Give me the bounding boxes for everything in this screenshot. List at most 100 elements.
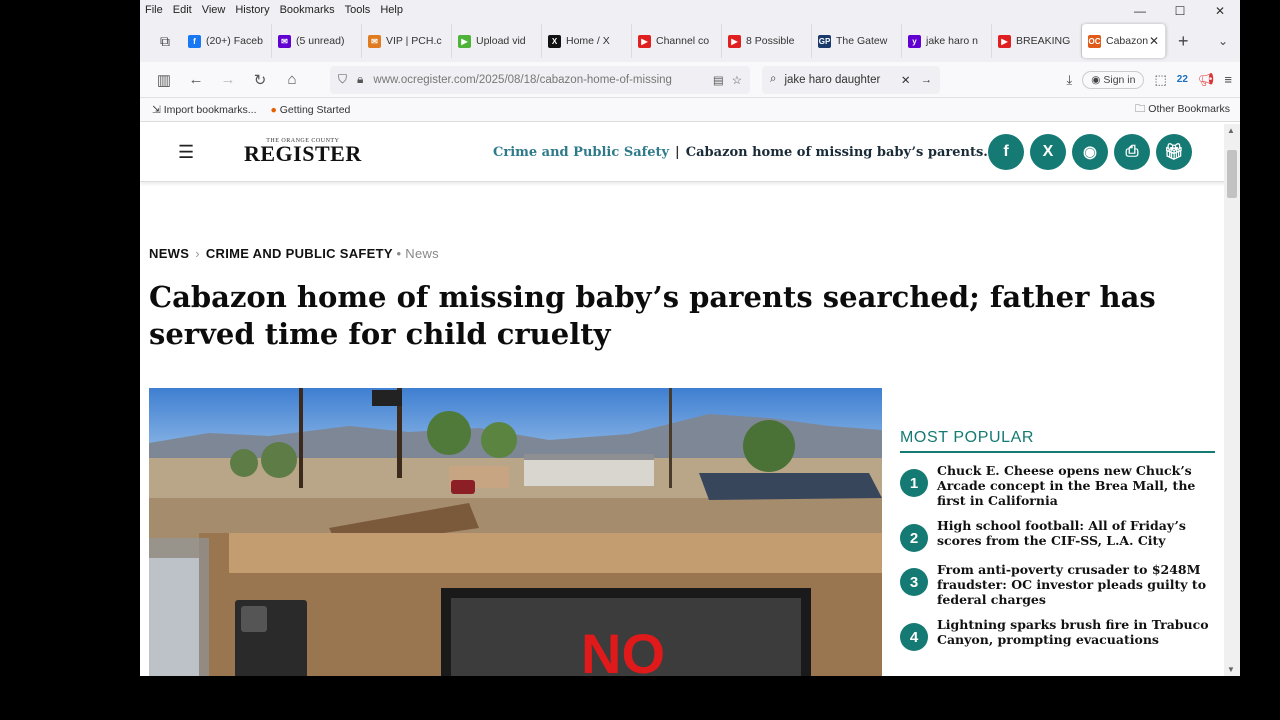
sign-in-label: Sign in	[1103, 73, 1136, 86]
article-photo[interactable]: NO	[149, 388, 882, 676]
nav-bar: ▥ ← → ↻ ⌂ ⛉ 🔒︎ www.ocregister.com/2025/0…	[140, 62, 1240, 98]
tracking-shield-icon[interactable]: ⛉	[338, 72, 347, 87]
back-icon[interactable]: ←	[180, 71, 212, 88]
popular-rank-badge: 3	[900, 568, 928, 596]
tab-2[interactable]: ✉ VIP | PCH.c	[362, 24, 452, 58]
browser-window: File Edit View History Bookmarks Tools H…	[140, 0, 1240, 676]
gp-icon: GP	[818, 34, 831, 48]
print-icon[interactable]: ⎙	[1114, 134, 1150, 170]
popular-rank-badge: 2	[900, 524, 928, 552]
minimize-icon[interactable]: —	[1120, 0, 1160, 22]
go-arrow-icon[interactable]: →	[921, 74, 933, 86]
popular-item[interactable]: 2 High school football: All of Friday’s s…	[900, 518, 1215, 552]
popular-item[interactable]: 1 Chuck E. Cheese opens new Chuck’s Arcad…	[900, 463, 1215, 508]
scroll-up-icon[interactable]: ▲	[1227, 126, 1235, 135]
menu-edit[interactable]: Edit	[173, 4, 192, 16]
logo-text: REGISTER	[244, 141, 362, 166]
menu-view[interactable]: View	[202, 4, 226, 16]
new-tab-icon[interactable]: +	[1178, 31, 1189, 52]
popular-item-title[interactable]: Chuck E. Cheese opens new Chuck’s Arcade…	[937, 463, 1215, 508]
tab-label: BREAKING	[1016, 35, 1071, 47]
gift-icon[interactable]: 🎁︎	[1156, 134, 1192, 170]
tab-4[interactable]: X Home / X	[542, 24, 632, 58]
share-buttons: f X ◉ ⎙ 🎁︎	[988, 134, 1192, 170]
menu-help[interactable]: Help	[380, 4, 403, 16]
other-bookmarks-link[interactable]: 🗀︎ Other Bookmarks	[1135, 101, 1230, 119]
url-text[interactable]: www.ocregister.com/2025/08/18/cabazon-ho…	[373, 74, 704, 86]
scroll-down-icon[interactable]: ▼	[1227, 665, 1235, 674]
menu-tools[interactable]: Tools	[345, 4, 371, 16]
downloads-icon[interactable]: ⤓	[1067, 72, 1073, 88]
header-section-link[interactable]: Crime and Public Safety	[493, 145, 669, 160]
popular-item-title[interactable]: From anti-poverty crusader to $248M frau…	[937, 562, 1215, 607]
getting-started-label: Getting Started	[279, 103, 351, 116]
firefox-icon: ●	[270, 103, 277, 116]
url-bar[interactable]: ⛉ 🔒︎ www.ocregister.com/2025/08/18/cabaz…	[330, 65, 750, 94]
most-popular-title: MOST POPULAR	[900, 429, 1215, 453]
sidebar-icon[interactable]: ▥	[148, 71, 180, 89]
close-tab-icon[interactable]: ✕	[1149, 34, 1159, 48]
reader-view-icon[interactable]: ▤	[713, 73, 724, 87]
extensions-icon[interactable]: ⬚	[1154, 72, 1166, 88]
list-tabs-icon[interactable]: ⌄	[1218, 34, 1228, 48]
reload-icon[interactable]: ↻	[244, 71, 276, 89]
close-window-icon[interactable]: ✕	[1200, 0, 1240, 22]
bookmarks-bar: ⇲ Import bookmarks... ● Getting Started …	[140, 98, 1240, 122]
breadcrumb-section[interactable]: CRIME AND PUBLIC SAFETY	[206, 246, 393, 261]
clear-search-icon[interactable]: ✕	[901, 73, 911, 87]
tab-8[interactable]: y jake haro n	[902, 24, 992, 58]
facebook-share-icon[interactable]: f	[988, 134, 1024, 170]
breadcrumb-tag[interactable]: • News	[397, 246, 439, 261]
maximize-icon[interactable]: ☐	[1160, 0, 1200, 22]
menu-history[interactable]: History	[235, 4, 269, 16]
page-scrollbar[interactable]: ▲ ▼	[1224, 124, 1240, 676]
ocr-icon: OC	[1088, 34, 1101, 48]
breadcrumb-news[interactable]: NEWS	[149, 246, 189, 261]
most-popular-sidebar: MOST POPULAR 1 Chuck E. Cheese opens new …	[900, 429, 1215, 651]
rumble-icon: ▶	[458, 34, 471, 48]
x-share-icon[interactable]: X	[1030, 134, 1066, 170]
popular-item[interactable]: 4 Lightning sparks brush fire in Trabuco …	[900, 617, 1215, 651]
popular-item-title[interactable]: Lightning sparks brush fire in Trabuco C…	[937, 617, 1215, 651]
popular-item[interactable]: 3 From anti-poverty crusader to $248M fra…	[900, 562, 1215, 607]
lock-icon[interactable]: 🔒︎	[357, 72, 363, 87]
reddit-share-icon[interactable]: ◉	[1072, 134, 1108, 170]
tab-3[interactable]: ▶ Upload vid	[452, 24, 542, 58]
megaphone-icon[interactable]: 📢︎	[1198, 72, 1215, 88]
tab-label: Upload vid	[476, 35, 526, 47]
hamburger-menu-icon[interactable]: ☰	[178, 142, 194, 163]
photo-sign-text: NO	[581, 622, 665, 676]
sign-in-button[interactable]: ◉ Sign in	[1082, 70, 1145, 89]
breadcrumb-chevron-icon: ›	[195, 246, 200, 261]
folder-icon: 🗀︎	[1134, 102, 1146, 115]
search-input[interactable]: jake haro daughter	[784, 74, 900, 86]
tab-6[interactable]: ▶ 8 Possible	[722, 24, 812, 58]
site-logo[interactable]: THE ORANGE COUNTY REGISTER	[244, 138, 362, 166]
tab-7[interactable]: GP The Gatew	[812, 24, 902, 58]
scrollbar-thumb[interactable]	[1227, 150, 1237, 198]
import-bookmarks-link[interactable]: ⇲ Import bookmarks...	[152, 104, 257, 116]
menu-file[interactable]: File	[145, 4, 163, 16]
tab-label: (20+) Faceb	[206, 35, 263, 47]
tab-groups-icon[interactable]: ⧉	[148, 33, 182, 50]
tab-label: VIP | PCH.c	[386, 35, 442, 47]
ublock-icon[interactable]: 22	[1177, 74, 1188, 85]
bookmark-star-icon[interactable]: ☆	[732, 73, 742, 87]
getting-started-link[interactable]: ● Getting Started	[271, 104, 351, 116]
tab-1[interactable]: ✉ (5 unread)	[272, 24, 362, 58]
tab-5[interactable]: ▶ Channel co	[632, 24, 722, 58]
tab-label: (5 unread)	[296, 35, 345, 47]
tab-10[interactable]: OC Cabazon ✕	[1082, 24, 1166, 58]
search-bar[interactable]: ⌕ jake haro daughter ✕ →	[762, 65, 940, 94]
home-icon[interactable]: ⌂	[276, 71, 308, 88]
menu-bookmarks[interactable]: Bookmarks	[280, 4, 335, 16]
site-header: ☰ THE ORANGE COUNTY REGISTER Crime and P…	[140, 124, 1240, 182]
forward-icon[interactable]: →	[212, 71, 244, 88]
tab-0[interactable]: f (20+) Faceb	[182, 24, 272, 58]
tab-9[interactable]: ▶ BREAKING	[992, 24, 1082, 58]
youtube-icon: ▶	[728, 34, 741, 48]
popular-item-title[interactable]: High school football: All of Friday’s sc…	[937, 518, 1215, 552]
envelope-icon: ✉	[368, 34, 381, 48]
app-menu-icon[interactable]: ≡	[1224, 72, 1232, 87]
tab-label: 8 Possible	[746, 35, 795, 47]
